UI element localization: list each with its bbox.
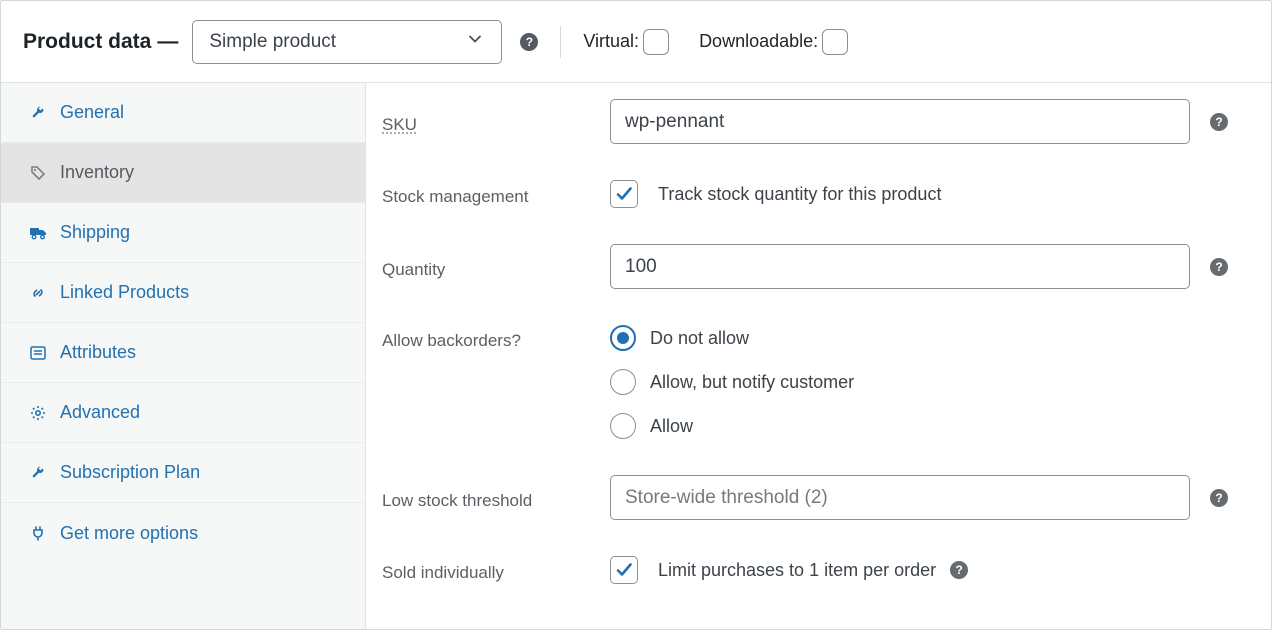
gear-icon: [28, 405, 48, 421]
sold-individually-check-label: Limit purchases to 1 item per order: [658, 560, 936, 581]
row-quantity: Quantity ?: [382, 244, 1247, 289]
chevron-down-icon: [467, 31, 483, 53]
plug-icon: [28, 525, 48, 541]
backorders-option-label: Allow, but notify customer: [650, 372, 854, 393]
sold-individually-help-icon[interactable]: ?: [950, 561, 968, 579]
quantity-label: Quantity: [382, 254, 610, 280]
sold-individually-label: Sold individually: [382, 557, 610, 583]
backorders-radio-yes[interactable]: [610, 413, 636, 439]
low-stock-label: Low stock threshold: [382, 485, 610, 511]
low-stock-input[interactable]: [610, 475, 1190, 520]
product-type-select[interactable]: Simple product: [192, 20, 502, 64]
low-stock-help-icon[interactable]: ?: [1210, 489, 1228, 507]
panel-body: General Inventory Shipping Linked Produc…: [1, 83, 1271, 629]
stock-management-check-label: Track stock quantity for this product: [658, 184, 941, 205]
link-icon: [28, 285, 48, 301]
backorders-option-label: Allow: [650, 416, 693, 437]
row-low-stock: Low stock threshold ?: [382, 475, 1247, 520]
tab-get-more-options[interactable]: Get more options: [1, 503, 365, 563]
header-separator: [560, 26, 561, 58]
backorders-radio-no[interactable]: [610, 325, 636, 351]
tab-subscription-plan[interactable]: Subscription Plan: [1, 443, 365, 503]
backorders-option-label: Do not allow: [650, 328, 749, 349]
tab-label: Shipping: [60, 222, 130, 243]
tab-advanced[interactable]: Advanced: [1, 383, 365, 443]
inventory-form: SKU ? Stock management Track stock quant…: [366, 83, 1271, 629]
tab-attributes[interactable]: Attributes: [1, 323, 365, 383]
stock-management-label: Stock management: [382, 181, 610, 207]
sold-individually-checkbox[interactable]: [610, 556, 638, 584]
row-sold-individually: Sold individually Limit purchases to 1 i…: [382, 556, 1247, 584]
tab-label: Inventory: [60, 162, 134, 183]
sku-input[interactable]: [610, 99, 1190, 144]
list-icon: [28, 346, 48, 360]
tab-label: Get more options: [60, 523, 198, 544]
product-type-value: Simple product: [209, 31, 336, 53]
tab-label: Linked Products: [60, 282, 189, 303]
virtual-label: Virtual:: [583, 31, 639, 52]
sku-help-icon[interactable]: ?: [1210, 113, 1228, 131]
virtual-checkbox[interactable]: [643, 29, 669, 55]
backorders-label: Allow backorders?: [382, 325, 610, 351]
tab-inventory[interactable]: Inventory: [1, 143, 365, 203]
product-data-tabs: General Inventory Shipping Linked Produc…: [1, 83, 366, 629]
product-data-panel: Product data — Simple product ? Virtual:…: [0, 0, 1272, 630]
tab-shipping[interactable]: Shipping: [1, 203, 365, 263]
row-sku: SKU ?: [382, 99, 1247, 144]
quantity-help-icon[interactable]: ?: [1210, 258, 1228, 276]
tab-label: Attributes: [60, 342, 136, 363]
title-dash: —: [157, 30, 178, 54]
tab-label: Advanced: [60, 402, 140, 423]
quantity-input[interactable]: [610, 244, 1190, 289]
tab-label: Subscription Plan: [60, 462, 200, 483]
downloadable-checkbox[interactable]: [822, 29, 848, 55]
sku-label: SKU: [382, 109, 610, 135]
wrench-icon: [28, 105, 48, 121]
wrench-icon: [28, 465, 48, 481]
row-stock-management: Stock management Track stock quantity fo…: [382, 180, 1247, 208]
product-data-header: Product data — Simple product ? Virtual:…: [1, 1, 1271, 83]
truck-icon: [28, 226, 48, 240]
row-backorders: Allow backorders? Do not allow Allow, bu…: [382, 325, 1247, 439]
backorders-radio-notify[interactable]: [610, 369, 636, 395]
tab-linked-products[interactable]: Linked Products: [1, 263, 365, 323]
product-type-help-icon[interactable]: ?: [520, 33, 538, 51]
downloadable-label: Downloadable:: [699, 31, 818, 52]
panel-title: Product data: [23, 30, 151, 54]
tab-label: General: [60, 102, 124, 123]
tab-general[interactable]: General: [1, 83, 365, 143]
stock-management-checkbox[interactable]: [610, 180, 638, 208]
tag-icon: [28, 165, 48, 181]
